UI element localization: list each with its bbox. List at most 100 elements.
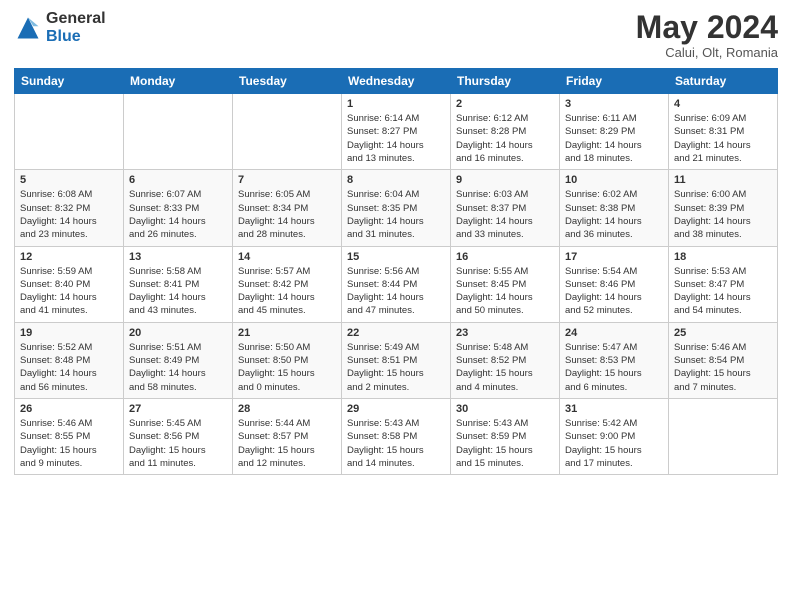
day-info: Sunrise: 5:47 AM Sunset: 8:53 PM Dayligh…: [565, 341, 663, 394]
logo: General Blue: [14, 10, 106, 45]
table-row: 18 Sunrise: 5:53 AM Sunset: 8:47 PM Dayli…: [669, 246, 778, 322]
table-row: 16 Sunrise: 5:55 AM Sunset: 8:45 PM Dayli…: [451, 246, 560, 322]
day-info: Sunrise: 5:59 AM Sunset: 8:40 PM Dayligh…: [20, 265, 118, 318]
day-number: 2: [456, 98, 554, 110]
day-info: Sunrise: 6:11 AM Sunset: 8:29 PM Dayligh…: [565, 112, 663, 165]
day-info: Sunrise: 6:07 AM Sunset: 8:33 PM Dayligh…: [129, 188, 227, 241]
table-row: 4 Sunrise: 6:09 AM Sunset: 8:31 PM Daylig…: [669, 94, 778, 170]
day-info: Sunrise: 5:46 AM Sunset: 8:55 PM Dayligh…: [20, 417, 118, 470]
day-number: 22: [347, 327, 445, 339]
table-row: 19 Sunrise: 5:52 AM Sunset: 8:48 PM Dayli…: [15, 322, 124, 398]
table-row: 14Sunrise: 5:57 AM Sunset: 8:42 PM Dayli…: [233, 246, 342, 322]
logo-general-text: General: [46, 10, 106, 28]
day-number: 8: [347, 174, 445, 186]
day-number: 12: [20, 251, 118, 263]
day-number: 27: [129, 403, 227, 415]
day-info: Sunrise: 5:53 AM Sunset: 8:47 PM Dayligh…: [674, 265, 772, 318]
logo-icon: [14, 14, 42, 42]
day-number: 4: [674, 98, 772, 110]
day-number: 15: [347, 251, 445, 263]
day-info: Sunrise: 6:00 AM Sunset: 8:39 PM Dayligh…: [674, 188, 772, 241]
day-number: 23: [456, 327, 554, 339]
day-number: 19: [20, 327, 118, 339]
page: General Blue May 2024 Calui, Olt, Romani…: [0, 0, 792, 612]
day-info: Sunrise: 5:51 AM Sunset: 8:49 PM Dayligh…: [129, 341, 227, 394]
logo-text: General Blue: [46, 10, 106, 45]
table-row: 22Sunrise: 5:49 AM Sunset: 8:51 PM Dayli…: [342, 322, 451, 398]
day-number: 16: [456, 251, 554, 263]
day-number: 28: [238, 403, 336, 415]
table-row: 23 Sunrise: 5:48 AM Sunset: 8:52 PM Dayli…: [451, 322, 560, 398]
day-number: 17: [565, 251, 663, 263]
header: General Blue May 2024 Calui, Olt, Romani…: [14, 10, 778, 60]
day-info: Sunrise: 5:46 AM Sunset: 8:54 PM Dayligh…: [674, 341, 772, 394]
col-saturday: Saturday: [669, 69, 778, 94]
table-row: 27Sunrise: 5:45 AM Sunset: 8:56 PM Dayli…: [124, 398, 233, 474]
day-number: 9: [456, 174, 554, 186]
table-row: 31 Sunrise: 5:42 AM Sunset: 9:00 PM Dayli…: [560, 398, 669, 474]
table-row: 17 Sunrise: 5:54 AM Sunset: 8:46 PM Dayli…: [560, 246, 669, 322]
table-row: 20 Sunrise: 5:51 AM Sunset: 8:49 PM Dayli…: [124, 322, 233, 398]
day-number: 6: [129, 174, 227, 186]
day-info: Sunrise: 5:42 AM Sunset: 9:00 PM Dayligh…: [565, 417, 663, 470]
logo-blue-text: Blue: [46, 28, 106, 46]
day-number: 21: [238, 327, 336, 339]
day-info: Sunrise: 5:58 AM Sunset: 8:41 PM Dayligh…: [129, 265, 227, 318]
day-number: 24: [565, 327, 663, 339]
table-row: [669, 398, 778, 474]
col-friday: Friday: [560, 69, 669, 94]
day-info: Sunrise: 5:54 AM Sunset: 8:46 PM Dayligh…: [565, 265, 663, 318]
day-number: 3: [565, 98, 663, 110]
day-number: 26: [20, 403, 118, 415]
col-tuesday: Tuesday: [233, 69, 342, 94]
calendar-week-1: 1 Sunrise: 6:14 AM Sunset: 8:27 PM Daylig…: [15, 94, 778, 170]
table-row: 8 Sunrise: 6:04 AM Sunset: 8:35 PM Daylig…: [342, 170, 451, 246]
col-thursday: Thursday: [451, 69, 560, 94]
day-info: Sunrise: 5:52 AM Sunset: 8:48 PM Dayligh…: [20, 341, 118, 394]
calendar-week-4: 19 Sunrise: 5:52 AM Sunset: 8:48 PM Dayli…: [15, 322, 778, 398]
day-info: Sunrise: 5:43 AM Sunset: 8:59 PM Dayligh…: [456, 417, 554, 470]
day-info: Sunrise: 6:12 AM Sunset: 8:28 PM Dayligh…: [456, 112, 554, 165]
calendar-header-row: Sunday Monday Tuesday Wednesday Thursday…: [15, 69, 778, 94]
day-info: Sunrise: 5:55 AM Sunset: 8:45 PM Dayligh…: [456, 265, 554, 318]
title-block: May 2024 Calui, Olt, Romania: [636, 10, 778, 60]
day-number: 7: [238, 174, 336, 186]
calendar-week-3: 12 Sunrise: 5:59 AM Sunset: 8:40 PM Dayli…: [15, 246, 778, 322]
col-wednesday: Wednesday: [342, 69, 451, 94]
table-row: 26 Sunrise: 5:46 AM Sunset: 8:55 PM Dayli…: [15, 398, 124, 474]
table-row: 5Sunrise: 6:08 AM Sunset: 8:32 PM Daylig…: [15, 170, 124, 246]
table-row: 30Sunrise: 5:43 AM Sunset: 8:59 PM Dayli…: [451, 398, 560, 474]
day-info: Sunrise: 5:48 AM Sunset: 8:52 PM Dayligh…: [456, 341, 554, 394]
day-number: 1: [347, 98, 445, 110]
location-subtitle: Calui, Olt, Romania: [636, 45, 778, 60]
day-number: 20: [129, 327, 227, 339]
day-number: 10: [565, 174, 663, 186]
table-row: 13 Sunrise: 5:58 AM Sunset: 8:41 PM Dayli…: [124, 246, 233, 322]
day-info: Sunrise: 6:09 AM Sunset: 8:31 PM Dayligh…: [674, 112, 772, 165]
day-info: Sunrise: 6:14 AM Sunset: 8:27 PM Dayligh…: [347, 112, 445, 165]
day-number: 14: [238, 251, 336, 263]
calendar-week-5: 26 Sunrise: 5:46 AM Sunset: 8:55 PM Dayli…: [15, 398, 778, 474]
table-row: 28Sunrise: 5:44 AM Sunset: 8:57 PM Dayli…: [233, 398, 342, 474]
day-info: Sunrise: 6:04 AM Sunset: 8:35 PM Dayligh…: [347, 188, 445, 241]
day-info: Sunrise: 6:08 AM Sunset: 8:32 PM Dayligh…: [20, 188, 118, 241]
day-number: 11: [674, 174, 772, 186]
day-number: 31: [565, 403, 663, 415]
table-row: 3 Sunrise: 6:11 AM Sunset: 8:29 PM Daylig…: [560, 94, 669, 170]
table-row: 24 Sunrise: 5:47 AM Sunset: 8:53 PM Dayli…: [560, 322, 669, 398]
day-info: Sunrise: 6:05 AM Sunset: 8:34 PM Dayligh…: [238, 188, 336, 241]
day-number: 25: [674, 327, 772, 339]
table-row: 9 Sunrise: 6:03 AM Sunset: 8:37 PM Daylig…: [451, 170, 560, 246]
col-sunday: Sunday: [15, 69, 124, 94]
day-info: Sunrise: 5:56 AM Sunset: 8:44 PM Dayligh…: [347, 265, 445, 318]
day-info: Sunrise: 5:50 AM Sunset: 8:50 PM Dayligh…: [238, 341, 336, 394]
table-row: 15 Sunrise: 5:56 AM Sunset: 8:44 PM Dayli…: [342, 246, 451, 322]
day-number: 29: [347, 403, 445, 415]
col-monday: Monday: [124, 69, 233, 94]
day-number: 18: [674, 251, 772, 263]
table-row: [15, 94, 124, 170]
day-number: 13: [129, 251, 227, 263]
table-row: 10Sunrise: 6:02 AM Sunset: 8:38 PM Dayli…: [560, 170, 669, 246]
day-info: Sunrise: 6:03 AM Sunset: 8:37 PM Dayligh…: [456, 188, 554, 241]
table-row: 7 Sunrise: 6:05 AM Sunset: 8:34 PM Daylig…: [233, 170, 342, 246]
